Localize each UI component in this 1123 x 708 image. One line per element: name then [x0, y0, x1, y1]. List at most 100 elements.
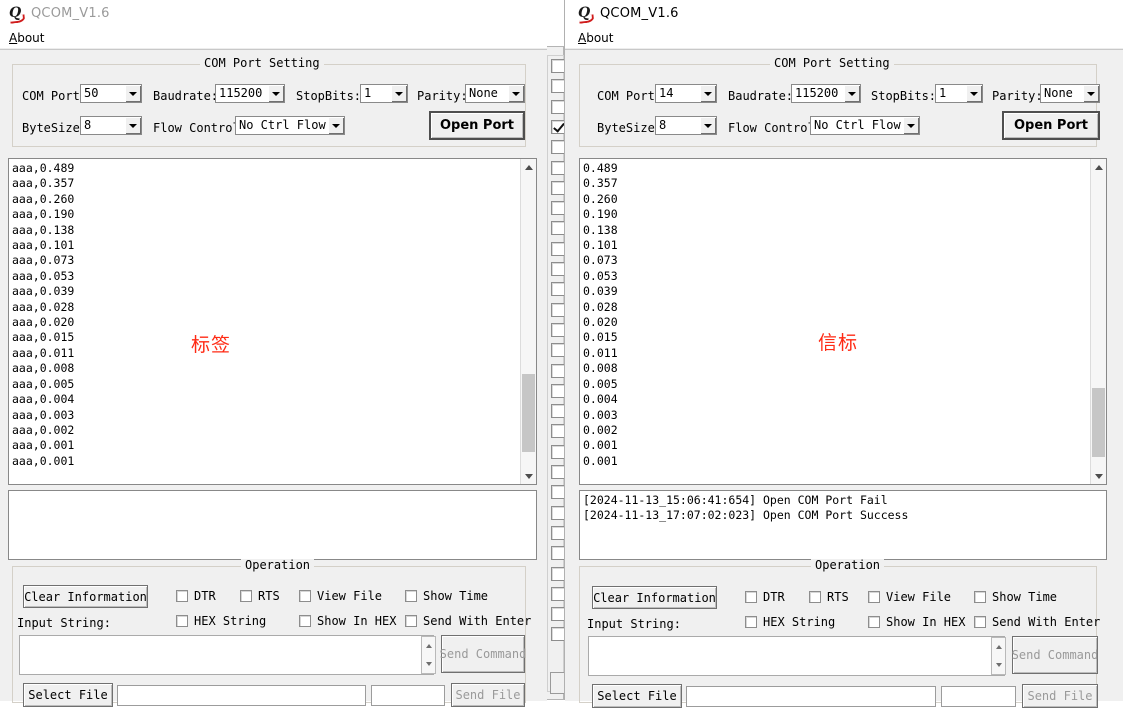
left-checkbox-dtr[interactable]: DTR — [176, 589, 216, 603]
checkbox-icon[interactable] — [405, 615, 417, 627]
right-stopbits-combo[interactable]: 1 — [935, 84, 983, 103]
left-send-file-button[interactable]: Send File — [451, 683, 525, 707]
left-checkbox-send-with-enter[interactable]: Send With Enter — [405, 614, 531, 628]
left-clear-information-button[interactable]: Clear Information — [23, 585, 148, 608]
right-send-file-button[interactable]: Send File — [1022, 684, 1098, 708]
right-parity-value: None — [1044, 86, 1073, 100]
right-file-path-field[interactable] — [686, 686, 936, 707]
right-receive-scrollbar[interactable] — [1090, 159, 1106, 484]
checkbox-icon[interactable] — [240, 590, 252, 602]
left-file-path-field[interactable] — [117, 685, 366, 706]
chevron-down-icon[interactable] — [1082, 85, 1099, 102]
right-input-string-field[interactable] — [588, 636, 1005, 676]
chevron-down-icon[interactable] — [124, 85, 141, 102]
left-log-textarea[interactable] — [8, 490, 537, 560]
left-baudrate-combo[interactable]: 115200 — [215, 84, 285, 103]
chevron-down-icon[interactable] — [390, 85, 407, 102]
left-receive-textarea[interactable]: aaa,0.489 aaa,0.357 aaa,0.260 aaa,0.190 … — [8, 158, 537, 485]
chevron-down-icon[interactable] — [902, 117, 919, 134]
right-parity-combo[interactable]: None — [1040, 84, 1100, 103]
left-select-file-button[interactable]: Select File — [23, 683, 113, 707]
scroll-up-icon[interactable] — [1091, 159, 1106, 175]
left-stopbits-combo[interactable]: 1 — [360, 84, 408, 103]
scroll-thumb[interactable] — [522, 374, 535, 452]
spinner-down-icon[interactable] — [422, 655, 435, 673]
left-menubar[interactable]: About — [0, 27, 547, 49]
scroll-up-icon[interactable] — [521, 159, 536, 175]
right-input-string-spinner[interactable] — [991, 637, 1006, 675]
checkbox-icon[interactable] — [176, 615, 188, 627]
right-menubar[interactable]: About — [565, 27, 1123, 49]
spinner-up-icon[interactable] — [422, 637, 435, 655]
left-parity-value: None — [469, 86, 498, 100]
left-checkbox-show-time[interactable]: Show Time — [405, 589, 488, 603]
left-com-port-value: 50 — [84, 86, 99, 100]
left-checkbox-hex-string[interactable]: HEX String — [176, 614, 266, 628]
left-parity-combo[interactable]: None — [465, 84, 525, 103]
right-file-size-field[interactable] — [941, 686, 1016, 707]
right-bytesize-combo[interactable]: 8 — [655, 116, 717, 135]
menu-item-about[interactable]: About — [6, 30, 48, 46]
left-com-port-combo[interactable]: 50 — [80, 84, 142, 103]
right-log-textarea[interactable]: [2024-11-13_15:06:41:654] Open COM Port … — [579, 490, 1107, 560]
checkbox-icon[interactable] — [176, 590, 188, 602]
spinner-up-icon[interactable] — [992, 638, 1005, 656]
left-open-port-button[interactable]: Open Port — [429, 111, 525, 140]
right-checkbox-view-file[interactable]: View File — [868, 590, 951, 604]
right-checkbox-send-with-enter[interactable]: Send With Enter — [974, 615, 1100, 629]
scroll-down-icon[interactable] — [521, 468, 536, 484]
chevron-down-icon[interactable] — [843, 85, 860, 102]
checkbox-icon[interactable] — [299, 615, 311, 627]
chevron-down-icon[interactable] — [327, 117, 344, 134]
checkbox-icon[interactable] — [745, 591, 757, 603]
right-receive-textarea[interactable]: 0.489 0.357 0.260 0.190 0.138 0.101 0.07… — [579, 158, 1107, 485]
left-send-command-button[interactable]: Send Command — [440, 635, 526, 673]
checkbox-icon[interactable] — [405, 590, 417, 602]
checkbox-icon[interactable] — [868, 591, 880, 603]
chevron-down-icon[interactable] — [699, 117, 716, 134]
checkbox-icon[interactable] — [745, 616, 757, 628]
right-checkbox-dtr[interactable]: DTR — [745, 590, 785, 604]
checkbox-icon[interactable] — [809, 591, 821, 603]
scroll-thumb[interactable] — [1092, 388, 1105, 457]
left-file-size-field[interactable] — [371, 685, 445, 706]
right-stopbits-value: 1 — [939, 86, 947, 100]
right-select-file-button[interactable]: Select File — [592, 684, 682, 708]
checkbox-icon[interactable] — [299, 590, 311, 602]
right-send-command-button[interactable]: Send Command — [1012, 636, 1098, 674]
left-bytesize-combo[interactable]: 8 — [80, 116, 142, 135]
checkbox-icon[interactable] — [974, 616, 986, 628]
window-right[interactable]: Q QCOM_V1.6 About COM Port Setting COM P… — [564, 0, 1123, 708]
right-checkbox-show-in-hex[interactable]: Show In HEX — [868, 615, 965, 629]
right-com-port-combo[interactable]: 14 — [655, 84, 717, 103]
chevron-down-icon[interactable] — [699, 85, 716, 102]
right-log-text: [2024-11-13_15:06:41:654] Open COM Port … — [583, 493, 909, 523]
window-left[interactable]: Q QCOM_V1.6 About COM Port Setting COM P… — [0, 0, 547, 707]
right-clear-information-button[interactable]: Clear Information — [592, 586, 717, 609]
right-open-port-button[interactable]: Open Port — [1002, 111, 1100, 140]
left-checkbox-view-file[interactable]: View File — [299, 589, 382, 603]
menu-item-about[interactable]: About — [575, 30, 617, 46]
left-input-string-field[interactable] — [19, 635, 434, 675]
spinner-down-icon[interactable] — [992, 656, 1005, 674]
scroll-down-icon[interactable] — [1091, 468, 1106, 484]
left-titlebar[interactable]: Q QCOM_V1.6 — [0, 0, 547, 27]
checkbox-icon[interactable] — [974, 591, 986, 603]
chevron-down-icon[interactable] — [124, 117, 141, 134]
right-checkbox-show-time[interactable]: Show Time — [974, 590, 1057, 604]
left-receive-scrollbar[interactable] — [520, 159, 536, 484]
right-checkbox-rts[interactable]: RTS — [809, 590, 849, 604]
chevron-down-icon[interactable] — [507, 85, 524, 102]
right-checkbox-hex-string[interactable]: HEX String — [745, 615, 835, 629]
right-flow-control-combo[interactable]: No Ctrl Flow — [810, 116, 920, 135]
right-baudrate-combo[interactable]: 115200 — [791, 84, 861, 103]
left-flow-control-combo[interactable]: No Ctrl Flow — [235, 116, 345, 135]
left-input-string-spinner[interactable] — [421, 636, 436, 674]
left-checkbox-rts[interactable]: RTS — [240, 589, 280, 603]
left-baudrate-value: 115200 — [219, 86, 263, 100]
chevron-down-icon[interactable] — [267, 85, 284, 102]
checkbox-icon[interactable] — [868, 616, 880, 628]
chevron-down-icon[interactable] — [965, 85, 982, 102]
right-titlebar[interactable]: Q QCOM_V1.6 — [565, 0, 1123, 27]
left-checkbox-show-in-hex[interactable]: Show In HEX — [299, 614, 396, 628]
